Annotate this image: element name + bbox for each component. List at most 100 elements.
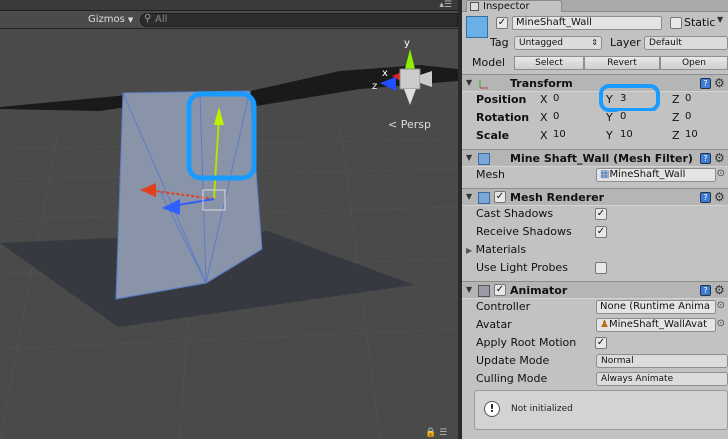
mesh-value: MineShaft_Wall (609, 169, 686, 180)
position-z-axis: Z (672, 93, 680, 106)
inspector-icon (470, 2, 479, 11)
help-icon[interactable]: ? (700, 78, 711, 89)
mesh-renderer-header[interactable]: ▼ ✓ Mesh Renderer ? ⚙ (462, 188, 728, 206)
scale-x-axis: X (540, 129, 548, 142)
tag-dropdown[interactable]: Untagged ⇕ (514, 36, 602, 50)
animator-title: Animator (510, 284, 568, 297)
update-mode-value: Normal (601, 356, 634, 366)
culling-mode-dropdown[interactable]: Always Animate (596, 372, 728, 386)
transform-header[interactable]: ▼ Transform ? ⚙ (462, 74, 728, 92)
tab-inspector[interactable]: Inspector (466, 0, 562, 12)
not-initialized-message: Not initialized (511, 404, 573, 414)
position-z-field[interactable]: 0 (682, 93, 726, 107)
mesh-renderer-icon (478, 192, 490, 204)
apply-root-motion-checkbox[interactable]: ✓ (595, 337, 607, 349)
help-icon[interactable]: ? (700, 285, 711, 296)
mesh-filter-title: Mine Shaft_Wall (Mesh Filter) (510, 152, 693, 165)
fold-icon[interactable]: ▼ (466, 78, 472, 87)
avatar-label: Avatar (476, 318, 512, 331)
gear-icon[interactable]: ⚙ (714, 76, 725, 90)
fold-icon[interactable]: ▼ (466, 153, 472, 162)
layer-value: Default (649, 38, 682, 48)
scale-y-axis: Y (606, 129, 613, 142)
scale-x-field[interactable]: 10 (550, 129, 594, 143)
help-icon[interactable]: ? (700, 192, 711, 203)
mesh-label: Mesh (476, 168, 505, 181)
object-picker-icon[interactable]: ⊙ (717, 168, 725, 179)
mesh-filter-icon (478, 153, 490, 165)
use-light-probes-label: Use Light Probes (476, 261, 568, 274)
gizmos-dropdown[interactable]: Gizmos ▼ (84, 13, 137, 27)
update-mode-dropdown[interactable]: Normal (596, 354, 728, 368)
animator-header[interactable]: ▼ ✓ Animator ? ⚙ (462, 281, 728, 299)
chevron-icon: ⇕ (591, 38, 598, 47)
persp-label[interactable]: < Persp (388, 118, 431, 131)
chevron-down-icon: ▼ (127, 16, 134, 24)
static-dropdown-icon[interactable]: ▼ (717, 15, 723, 24)
lock-icon[interactable]: 🔒 ☰ (425, 428, 447, 438)
scene-viewport[interactable]: y x z (0, 29, 458, 439)
object-name-field[interactable]: MineShaft_Wall (512, 16, 662, 30)
mesh-filter-header[interactable]: ▼ Mine Shaft_Wall (Mesh Filter) ? ⚙ (462, 149, 728, 167)
scale-label: Scale (476, 129, 510, 142)
foldout-arrow-icon: ▶ (466, 246, 473, 255)
controller-field[interactable]: None (Runtime Anima (596, 300, 716, 314)
axis-z-label: z (372, 81, 377, 92)
animator-enabled-checkbox[interactable]: ✓ (494, 284, 506, 296)
transform-title: Transform (510, 77, 573, 90)
layer-label: Layer (610, 36, 641, 49)
mesh-renderer-title: Mesh Renderer (510, 191, 605, 204)
model-revert-button[interactable]: Revert (584, 56, 660, 70)
scene-search-input[interactable]: ⚲ All (140, 13, 458, 27)
layer-dropdown[interactable]: Default (644, 36, 728, 50)
object-picker-icon[interactable]: ⊙ (717, 300, 725, 311)
static-label: Static (684, 16, 716, 29)
model-label: Model (472, 56, 506, 69)
position-x-field[interactable]: 0 (550, 93, 594, 107)
use-light-probes-checkbox[interactable] (595, 262, 607, 274)
static-checkbox[interactable] (670, 17, 682, 29)
rotation-y-axis: Y (606, 111, 613, 124)
persp-text: Persp (400, 118, 431, 131)
search-icon: ⚲ (144, 13, 152, 24)
mesh-field[interactable]: ▦MineShaft_Wall (596, 168, 716, 182)
gear-icon[interactable]: ⚙ (714, 190, 725, 204)
avatar-value: MineShaft_WallAvat (608, 319, 708, 330)
scene-menu-icon[interactable]: ▴☰ (439, 1, 452, 10)
gear-icon[interactable]: ⚙ (714, 151, 725, 165)
scale-z-axis: Z (672, 129, 680, 142)
receive-shadows-checkbox[interactable]: ✓ (595, 226, 607, 238)
animator-icon (478, 285, 490, 297)
scene-view[interactable]: ▴☰ Gizmos ▼ ⚲ All y x z < Persp 🔒 ☰ (0, 0, 458, 439)
scale-y-field[interactable]: 10 (617, 129, 661, 143)
rotation-z-field[interactable]: 0 (682, 111, 726, 125)
model-select-button[interactable]: Select (514, 56, 584, 70)
cast-shadows-label: Cast Shadows (476, 207, 554, 220)
object-picker-icon[interactable]: ⊙ (717, 318, 725, 329)
rotation-label: Rotation (476, 111, 530, 124)
tag-label: Tag (490, 36, 509, 49)
tab-inspector-label: Inspector (483, 1, 530, 12)
gear-icon[interactable]: ⚙ (714, 283, 725, 297)
scale-z-field[interactable]: 10 (682, 129, 726, 143)
avatar-field[interactable]: ♟MineShaft_WallAvat (596, 318, 716, 332)
rotation-y-field[interactable]: 0 (617, 111, 661, 125)
scene-tab-bar (0, 0, 458, 11)
info-icon: ! (484, 401, 500, 417)
cast-shadows-checkbox[interactable]: ✓ (595, 208, 607, 220)
rotation-x-field[interactable]: 0 (550, 111, 594, 125)
active-checkbox[interactable]: ✓ (496, 17, 508, 29)
model-open-button[interactable]: Open (660, 56, 728, 70)
position-y-highlight (599, 84, 660, 112)
transform-icon (479, 80, 488, 89)
inspector-panel: Inspector ✓ MineShaft_Wall Static ▼ Tag … (462, 0, 728, 439)
materials-foldout[interactable]: ▶ Materials (466, 243, 526, 256)
receive-shadows-label: Receive Shadows (476, 225, 572, 238)
controller-label: Controller (476, 300, 531, 313)
tag-value: Untagged (519, 38, 564, 48)
help-icon[interactable]: ? (700, 153, 711, 164)
mesh-renderer-enabled-checkbox[interactable]: ✓ (494, 191, 506, 203)
gizmos-label: Gizmos (88, 14, 125, 25)
fold-icon[interactable]: ▼ (466, 192, 472, 201)
fold-icon[interactable]: ▼ (466, 285, 472, 294)
